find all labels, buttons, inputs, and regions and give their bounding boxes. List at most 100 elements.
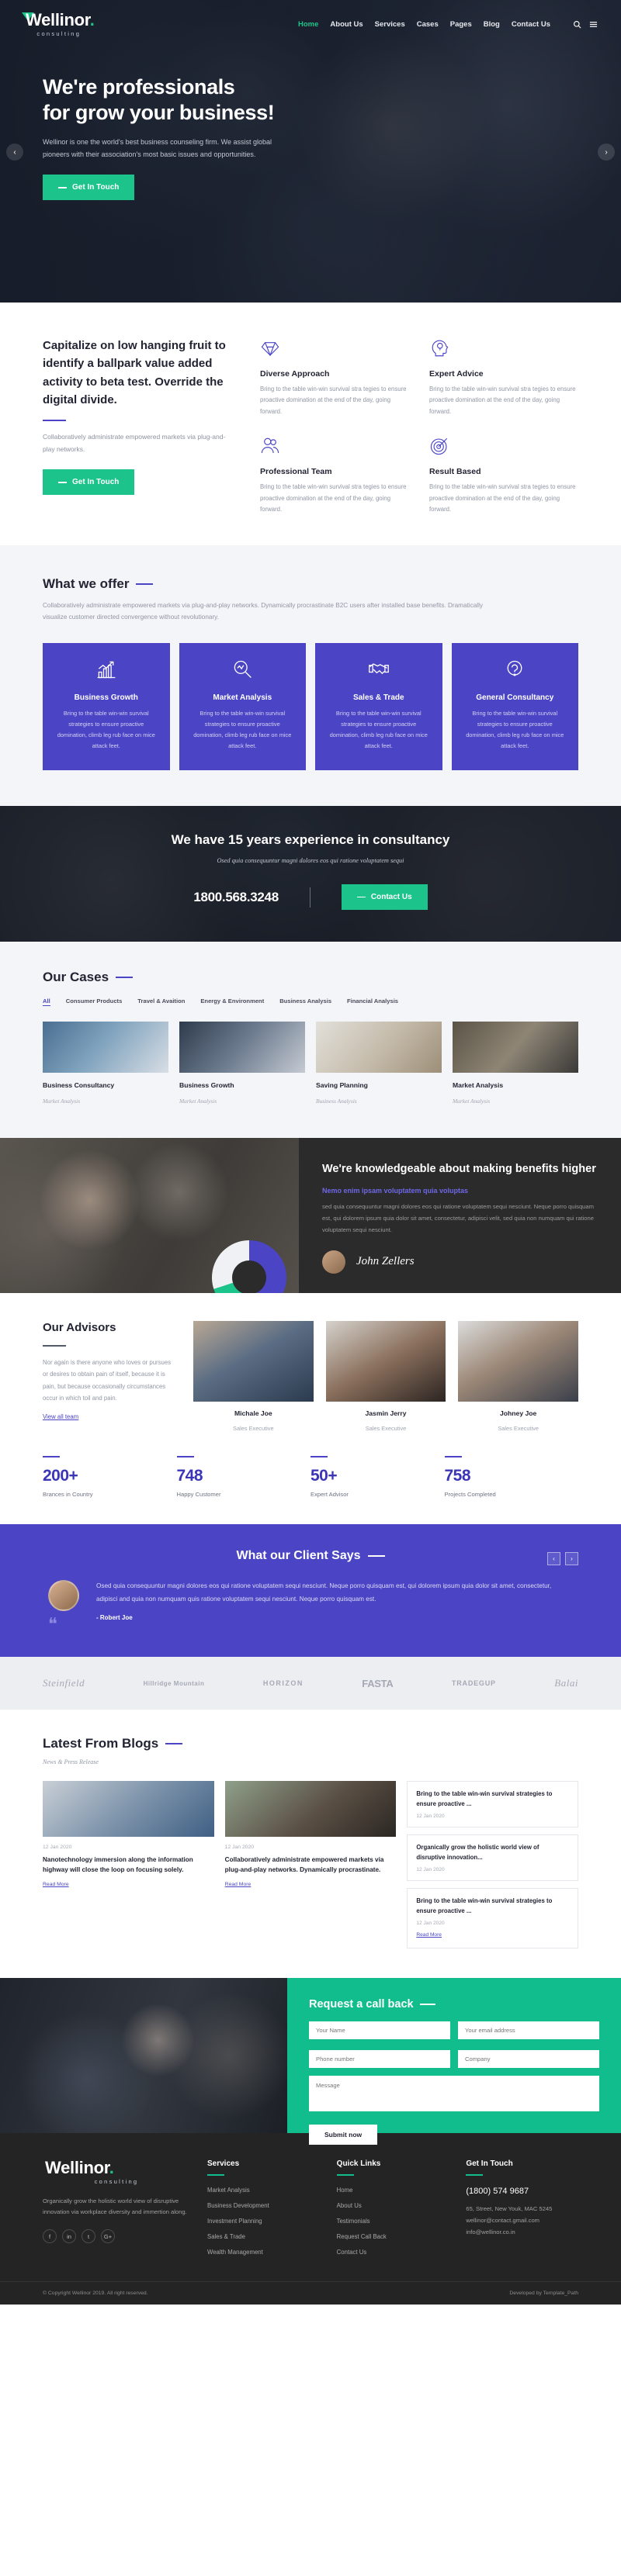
offer-card[interactable]: Sales & Trade Bring to the table win-win… — [315, 642, 442, 771]
read-more-link[interactable]: Read More — [416, 1932, 442, 1938]
offer-card[interactable]: Market Analysis Bring to the table win-w… — [179, 642, 306, 771]
offer-card[interactable]: General Consultancy Bring to the table w… — [451, 642, 578, 771]
offer-card-title: Market Analysis — [213, 693, 272, 702]
footer-email-2[interactable]: info@wellinor.co.in — [466, 2227, 578, 2239]
twitter-icon[interactable]: t — [82, 2229, 95, 2244]
avatar — [322, 1250, 345, 1274]
testimonial-author-block: ❝ — [48, 1580, 82, 1633]
footer-link-about[interactable]: About Us — [337, 2202, 449, 2209]
advisor-card[interactable]: Johney Joe Sales Executive — [458, 1321, 579, 1434]
logo[interactable]: Wellinor. consulting — [22, 11, 95, 37]
linkedin-icon[interactable]: in — [62, 2229, 76, 2244]
search-icon[interactable] — [573, 20, 581, 29]
phone-input[interactable] — [309, 2050, 450, 2069]
company-input[interactable] — [458, 2050, 599, 2069]
message-textarea[interactable] — [309, 2076, 599, 2112]
read-more-link[interactable]: Read More — [43, 1882, 69, 1887]
blog-post[interactable]: 12 Jan 2020 Nanotechnology immersion alo… — [43, 1781, 214, 1948]
nav-item-pages[interactable]: Pages — [450, 20, 472, 29]
blog-mini-item[interactable]: Organically grow the holistic world view… — [407, 1834, 579, 1882]
nav-item-about[interactable]: About Us — [330, 20, 363, 29]
nav-item-cases[interactable]: Cases — [417, 20, 439, 29]
advisor-role: Sales Executive — [233, 1425, 274, 1433]
testimonial-next-button[interactable]: › — [565, 1552, 578, 1566]
footer-address: 65, Street, New Youk, MAC 5245 — [466, 2205, 553, 2213]
signature: John Zellers — [356, 1255, 415, 1268]
footer-touch-col: Get In Touch (1800) 574 9687 65, Street,… — [466, 2159, 578, 2264]
nav-item-contact[interactable]: Contact Us — [512, 20, 550, 29]
case-image — [43, 1022, 168, 1074]
offer-card[interactable]: Business Growth Bring to the table win-w… — [43, 642, 170, 771]
testimonial-prev-button[interactable]: ‹ — [547, 1552, 560, 1566]
footer-phone[interactable]: (1800) 574 9687 — [466, 2187, 578, 2196]
case-category: Market Analysis — [179, 1098, 217, 1105]
filter-travel-aviation[interactable]: Travel & Avaition — [137, 998, 185, 1006]
title-underline — [165, 1743, 183, 1745]
filter-financial-analysis[interactable]: Financial Analysis — [347, 998, 398, 1006]
footer-link-business-development[interactable]: Business Development — [207, 2202, 320, 2209]
facebook-icon[interactable]: f — [43, 2229, 57, 2244]
blog-mini-item[interactable]: Bring to the table win-win survival stra… — [407, 1781, 579, 1828]
filter-energy-environment[interactable]: Energy & Environment — [200, 998, 264, 1006]
first-name-input[interactable] — [309, 2021, 450, 2040]
advisors-section: Our Advisors Nor again is there anyone w… — [0, 1293, 621, 1435]
brand-logo: HORIZON — [262, 1679, 304, 1688]
copyright-text: © Copyright Wellinor 2019. All right res… — [43, 2291, 148, 2297]
filter-consumer-products[interactable]: Consumer Products — [66, 998, 123, 1006]
view-all-team-link[interactable]: View all team — [43, 1413, 78, 1420]
footer-bottom: © Copyright Wellinor 2019. All right res… — [0, 2281, 621, 2305]
filter-all[interactable]: All — [43, 998, 50, 1007]
footer-link-contact[interactable]: Contact Us — [337, 2249, 449, 2256]
nav-item-services[interactable]: Services — [375, 20, 405, 29]
footer-link-wealth-management[interactable]: Wealth Management — [207, 2249, 320, 2256]
case-title: Business Consultancy — [43, 1081, 115, 1090]
google-plus-icon[interactable]: G+ — [101, 2229, 115, 2244]
blog-mini-item[interactable]: Bring to the table win-win survival stra… — [407, 1888, 579, 1949]
knowledge-text: sed quia consequuntur magni dolores eos … — [322, 1203, 594, 1233]
footer-link-testimonials[interactable]: Testimonials — [337, 2218, 449, 2225]
experience-phone[interactable]: 1800.568.3248 — [193, 890, 279, 905]
footer-link-request-call-back[interactable]: Request Call Back — [337, 2233, 449, 2240]
case-item[interactable]: Market Analysis Market Analysis — [453, 1022, 578, 1107]
footer-link-sales-trade[interactable]: Sales & Trade — [207, 2233, 320, 2240]
callback-form: Request a call back Submit now — [287, 1978, 621, 2146]
features-cta-button[interactable]: Get In Touch — [43, 469, 135, 496]
footer-email-1[interactable]: wellinor@contact.gmail.com — [466, 2215, 578, 2227]
cases-filters: All Consumer Products Travel & Avaition … — [43, 998, 578, 1007]
submit-button[interactable]: Submit now — [309, 2125, 378, 2146]
divider — [207, 2174, 224, 2177]
divider — [466, 2174, 484, 2177]
experience-cta-button[interactable]: Contact Us — [341, 884, 428, 911]
offer-card-title: General Consultancy — [476, 693, 554, 702]
offer-card-title: Business Growth — [74, 693, 138, 702]
footer-link-home[interactable]: Home — [337, 2187, 449, 2194]
case-item[interactable]: Business Growth Market Analysis — [179, 1022, 305, 1107]
case-item[interactable]: Business Consultancy Market Analysis — [43, 1022, 168, 1107]
blog-post[interactable]: 12 Jan 2020 Collaboratively administrate… — [224, 1781, 397, 1948]
advisor-role: Sales Executive — [365, 1425, 407, 1433]
main-nav: Home About Us Services Cases Pages Blog … — [298, 20, 598, 29]
nav-item-blog[interactable]: Blog — [484, 20, 500, 29]
hero-prev-button[interactable]: ‹ — [6, 143, 23, 161]
counter-label: Expert Advisor — [310, 1491, 349, 1499]
hero-next-button[interactable]: › — [598, 143, 615, 161]
email-input[interactable] — [458, 2021, 599, 2040]
case-image — [453, 1022, 578, 1074]
offer-description: Collaboratively administrate empowered m… — [43, 601, 484, 621]
hero-cta-button[interactable]: Get In Touch — [43, 175, 135, 201]
advisor-card[interactable]: Jasmin Jerry Sales Executive — [325, 1321, 446, 1434]
offer-section: What we offer Collaboratively administra… — [0, 545, 621, 807]
footer-link-investment-planning[interactable]: Investment Planning — [207, 2218, 320, 2225]
advisor-card[interactable]: Michale Joe Sales Executive — [193, 1321, 314, 1434]
footer-touch-heading: Get In Touch — [466, 2159, 513, 2169]
nav-item-home[interactable]: Home — [298, 20, 318, 29]
divider — [310, 1456, 328, 1458]
footer-logo[interactable]: Wellinor. consulting — [41, 2159, 190, 2185]
blogs-heading: Latest From Blogs — [43, 1736, 578, 1751]
case-item[interactable]: Saving Planning Business Analysis — [316, 1022, 442, 1107]
hamburger-icon[interactable] — [589, 20, 598, 29]
brand-logo: Hillridge Mountain — [143, 1679, 205, 1687]
filter-business-analysis[interactable]: Business Analysis — [279, 998, 331, 1006]
footer-link-market-analysis[interactable]: Market Analysis — [207, 2187, 320, 2194]
read-more-link[interactable]: Read More — [225, 1882, 252, 1887]
